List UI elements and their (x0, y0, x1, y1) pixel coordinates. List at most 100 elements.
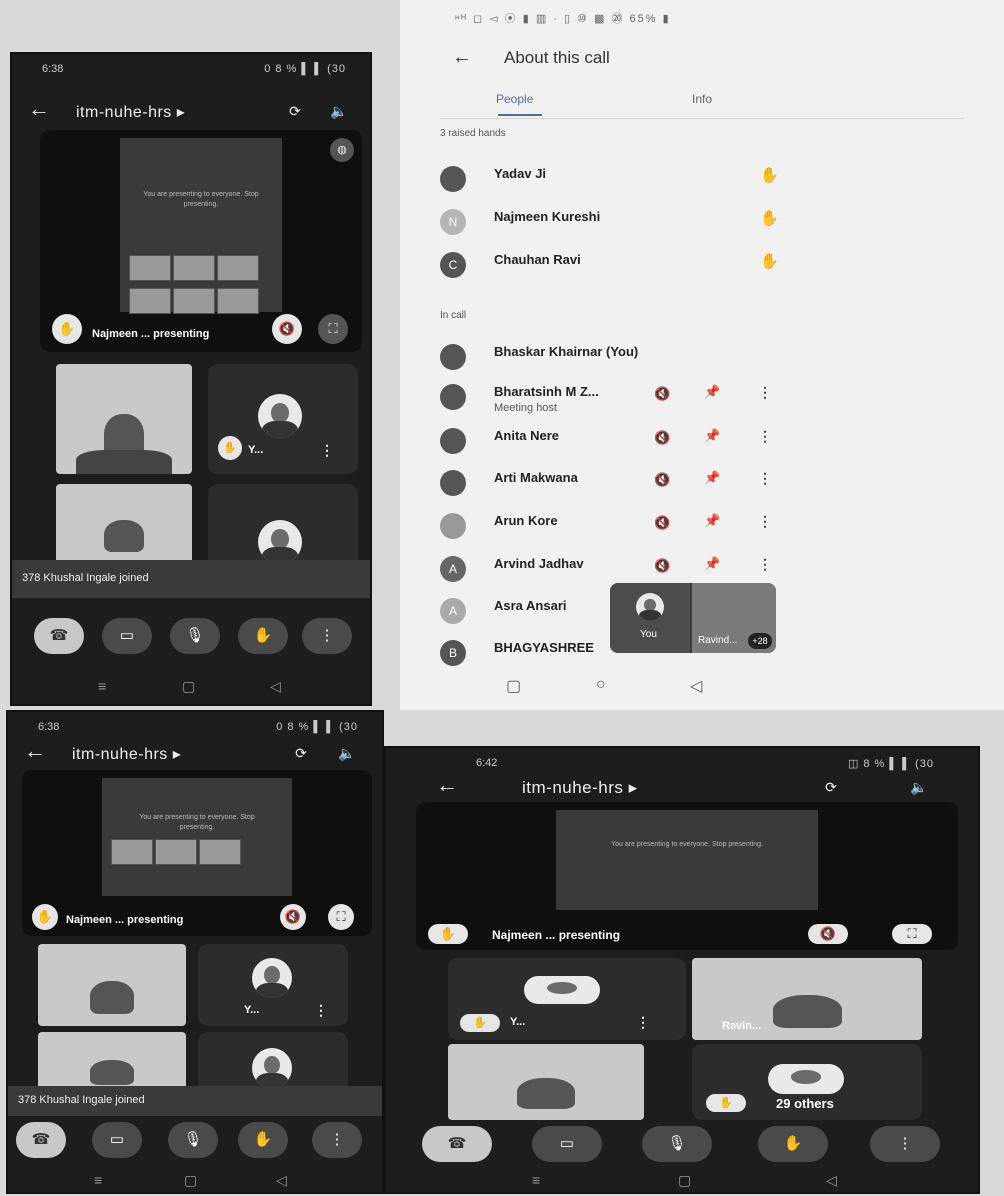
camera-button[interactable]: ▭ (102, 618, 152, 654)
more-options-icon[interactable]: ⋮ (314, 1002, 328, 1019)
presenter-label: Najmeen ... presenting (492, 928, 621, 942)
mic-button[interactable]: 🎙 (642, 1126, 712, 1162)
home-nav-icon[interactable]: ▢ (182, 678, 195, 695)
mic-off-icon[interactable]: 🔇 (654, 558, 670, 574)
tab-people[interactable]: People (496, 92, 533, 106)
more-options-icon[interactable]: ⋮ (758, 428, 772, 445)
back-nav-icon[interactable]: ◁ (826, 1172, 837, 1189)
switch-camera-icon[interactable]: ⟳ (282, 98, 308, 124)
list-item[interactable]: Bhaskar Khairnar (You) (436, 340, 976, 380)
menu-nav-icon[interactable]: ≡ (98, 678, 106, 694)
mic-off-icon[interactable]: 🔇 (654, 430, 670, 446)
back-nav-icon[interactable]: ◁ (690, 676, 702, 696)
leave-call-button[interactable]: ☎ (16, 1122, 66, 1158)
camera-button[interactable]: ▭ (92, 1122, 142, 1158)
home-nav-icon[interactable]: ○ (596, 676, 606, 694)
more-options-button[interactable]: ⋮ (870, 1126, 940, 1162)
presentation-tile[interactable]: You are presenting to everyone. Stop pre… (40, 130, 362, 352)
fullscreen-icon[interactable]: ⛶ (318, 314, 348, 344)
speaker-icon[interactable]: 🔈 (906, 774, 932, 800)
home-nav-icon[interactable]: ▢ (184, 1172, 197, 1189)
mic-off-icon[interactable]: 🔇 (808, 924, 848, 944)
more-options-icon[interactable]: ⋮ (636, 1014, 650, 1031)
participant-avatar (258, 394, 302, 438)
meeting-code[interactable]: itm-nuhe-hrs ▸ (72, 744, 181, 764)
more-options-icon[interactable]: ⋮ (758, 556, 772, 573)
participant-name: Y... (510, 1016, 526, 1028)
list-item[interactable]: Yadav Ji ✋ (436, 162, 976, 202)
list-item[interactable]: Bharatsinh M Z... Meeting host 🔇 📌 ⋮ (436, 380, 976, 420)
slide-text: You are presenting to everyone. Stop pre… (139, 814, 255, 832)
presentation-tile[interactable]: You are presenting to everyone. Stop pre… (416, 802, 958, 950)
back-nav-icon[interactable]: ◁ (276, 1172, 287, 1189)
meeting-code[interactable]: itm-nuhe-hrs ▸ (522, 778, 638, 798)
recents-nav-icon[interactable]: ▢ (506, 676, 521, 696)
pin-icon[interactable]: 📌 (704, 556, 720, 572)
pin-icon[interactable]: 📌 (704, 470, 720, 486)
mic-off-icon[interactable]: 🔇 (654, 515, 670, 531)
leave-call-button[interactable]: ☎ (422, 1126, 492, 1162)
pin-icon[interactable]: 📌 (704, 384, 720, 400)
more-options-button[interactable]: ⋮ (312, 1122, 362, 1158)
leave-call-button[interactable]: ☎ (34, 618, 84, 654)
back-arrow-icon[interactable]: ← (24, 738, 46, 764)
back-arrow-icon[interactable]: ← (28, 96, 50, 122)
more-options-icon[interactable]: ⋮ (758, 384, 772, 401)
speaker-icon[interactable]: 🔈 (326, 98, 352, 124)
video-tile-ravin[interactable]: Ravin... (692, 958, 922, 1040)
list-item[interactable]: Anita Nere 🔇 📌 ⋮ (436, 424, 976, 464)
mic-off-icon[interactable]: 🔇 (272, 314, 302, 344)
camera-button[interactable]: ▭ (532, 1126, 602, 1162)
mic-button[interactable]: 🎙 (170, 618, 220, 654)
mic-off-icon[interactable]: 🔇 (654, 472, 670, 488)
home-nav-icon[interactable]: ▢ (678, 1172, 691, 1189)
others-count-badge: +28 (748, 633, 772, 649)
participant-name: Bharatsinh M Z... (494, 384, 599, 399)
presentation-tile[interactable]: You are presenting to everyone. Stop pre… (22, 770, 372, 936)
mic-off-icon[interactable]: 🔇 (654, 386, 670, 402)
more-options-button[interactable]: ⋮ (302, 618, 352, 654)
self-video-tile[interactable] (56, 364, 192, 474)
participant-tile[interactable]: Y... ⋮ (198, 944, 348, 1026)
others-tile[interactable]: ✋ 29 others (692, 1044, 922, 1120)
fullscreen-icon[interactable]: ⛶ (328, 904, 354, 930)
raised-hand-icon: ✋ (760, 210, 779, 227)
raise-hand-button[interactable]: ✋ (238, 618, 288, 654)
speaker-icon[interactable]: 🔈 (334, 740, 360, 766)
raise-hand-button[interactable]: ✋ (238, 1122, 288, 1158)
participant-tile-2[interactable] (198, 1032, 348, 1094)
more-options-icon[interactable]: ⋮ (758, 513, 772, 530)
tab-info[interactable]: Info (692, 92, 712, 106)
video-tile[interactable] (38, 1032, 186, 1094)
list-item[interactable]: C Chauhan Ravi ✋ (436, 248, 976, 288)
list-item[interactable]: N Najmeen Kureshi ✋ (436, 205, 976, 245)
back-arrow-icon[interactable]: ← (452, 46, 472, 69)
more-options-icon[interactable]: ⋮ (320, 442, 334, 459)
fullscreen-icon[interactable]: ⛶ (892, 924, 932, 944)
menu-nav-icon[interactable]: ≡ (94, 1172, 102, 1188)
pin-icon[interactable]: 📌 (704, 428, 720, 444)
raise-hand-button[interactable]: ✋ (758, 1126, 828, 1162)
list-item[interactable]: Arti Makwana 🔇 📌 ⋮ (436, 466, 976, 506)
bottom-left-phone: 6:38 0 8 % ▌ ▌ (30 ← itm-nuhe-hrs ▸ ⟳ 🔈 … (8, 712, 382, 1192)
mic-button[interactable]: 🎙 (168, 1122, 218, 1158)
self-video-tile[interactable] (448, 1044, 644, 1120)
self-video-tile[interactable] (38, 944, 186, 1026)
back-arrow-icon[interactable]: ← (436, 772, 458, 798)
video-tile[interactable] (56, 484, 192, 564)
pin-icon[interactable]: 📌 (704, 513, 720, 529)
participant-tile[interactable]: ✋ Y... ⋮ (448, 958, 686, 1040)
menu-nav-icon[interactable]: ≡ (532, 1172, 540, 1188)
back-nav-icon[interactable]: ◁ (270, 678, 281, 695)
switch-camera-icon[interactable]: ⟳ (288, 740, 314, 766)
mic-off-icon[interactable]: 🔇 (280, 904, 306, 930)
meeting-code[interactable]: itm-nuhe-hrs ▸ (76, 102, 185, 122)
raise-hand-icon: ✋ (460, 1014, 500, 1032)
more-options-icon[interactable]: ⋮ (758, 470, 772, 487)
person-head (89, 1059, 135, 1085)
participant-tile[interactable]: ✋ Y... ⋮ (208, 364, 358, 474)
list-item[interactable]: Arun Kore 🔇 📌 ⋮ (436, 509, 976, 549)
switch-camera-icon[interactable]: ⟳ (818, 774, 844, 800)
picture-in-picture[interactable]: You Ravind... +28 (610, 583, 776, 653)
call-controls: ☎ ▭ 🎙 ✋ ⋮ (8, 1116, 382, 1166)
